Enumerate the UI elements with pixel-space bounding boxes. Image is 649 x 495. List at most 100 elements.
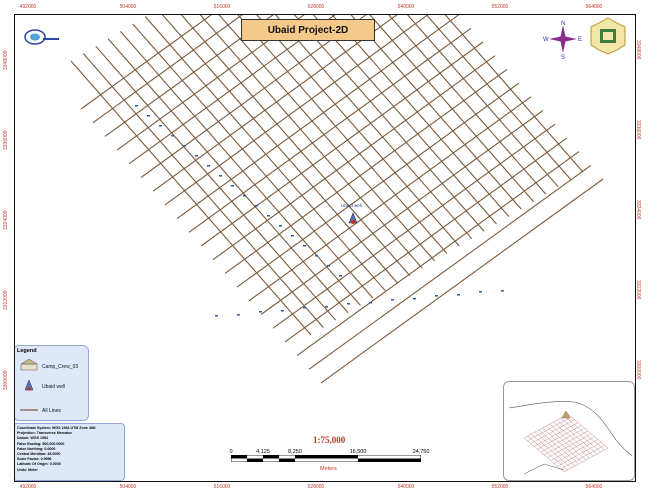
coord-line: Units: Meter [17,467,38,472]
compass-s: S [561,55,565,59]
survey-line [236,82,520,288]
inset-survey-line [540,427,585,453]
survey-line [284,137,568,343]
tick-top: 564000 [585,4,603,10]
tick-bottom: 564000 [585,484,603,490]
legend-well-icon [24,379,34,391]
line-label-marker [159,125,162,127]
tick-top: 516000 [213,4,231,10]
line-label-marker [369,302,372,304]
line-label-marker [215,315,218,317]
inset-survey-line [550,436,595,461]
company-logo-icon [21,21,61,51]
survey-line [95,45,337,321]
survey-line [200,41,484,247]
survey-line [308,164,592,370]
tick-top: 552000 [491,4,509,10]
inset-survey-line [547,433,592,459]
line-label-marker [303,245,306,247]
compass-n: N [561,21,565,27]
line-label-marker [259,311,262,313]
line-label-marker [391,299,394,301]
inset-survey-line [530,419,575,444]
line-label-marker [207,165,210,167]
tick-top: 540000 [397,4,415,10]
compass-w: W [543,37,549,43]
tick-right: 3324000 [635,200,641,220]
scale-unit: Meters [320,466,337,472]
survey-line [248,96,532,302]
tick-top: 528000 [307,4,325,10]
legend-item-lines: All Lines [42,408,61,414]
line-label-marker [325,306,328,308]
line-label-marker [413,298,416,300]
survey-line [188,27,472,233]
scale-bar [231,455,421,462]
compass-e: E [578,37,582,43]
scale-ratio: 1:75,000 [313,435,346,445]
tick-top: 492000 [19,4,37,10]
map-frame: Ubaid well Ubaid Project-2D N S E W Lege… [14,14,636,482]
line-label-marker [479,291,482,293]
line-label-marker [255,205,258,207]
line-label-marker [327,265,330,267]
inset-survey-line [543,430,589,456]
line-label-marker [219,175,222,177]
survey-line [272,123,556,329]
tick-right: 3300000 [635,360,641,380]
tick-bottom: 540000 [397,484,415,490]
tick-left: 3336000 [3,130,9,150]
line-label-marker [183,145,186,147]
survey-line [320,178,604,384]
scale-label: 8,250 [288,449,302,455]
survey-line [164,15,429,206]
scale-label: 0 [229,449,233,455]
inset-survey-line [560,444,605,470]
survey-line [296,151,580,357]
tick-right: 3312000 [635,280,641,300]
line-label-marker [195,155,198,157]
inset-map [503,381,635,481]
survey-line [70,60,312,336]
line-label-marker [315,255,318,257]
tick-left: 3300000 [3,370,9,390]
line-label-marker [291,235,294,237]
tick-bottom: 492000 [19,484,37,490]
tick-bottom: 528000 [307,484,325,490]
inset-survey-line [563,447,609,473]
tick-right: 3336000 [635,120,641,140]
survey-line [388,15,547,195]
inset-survey-line [553,439,599,464]
scale-label: 16,500 [349,449,367,455]
tick-left: 3324000 [3,210,9,230]
legend-item-camp: Camp_Crew_03 [42,364,79,370]
survey-line [132,23,374,299]
line-label-marker [339,275,342,277]
survey-line [224,68,508,274]
legend-title: Legend [17,348,37,354]
scale-label: 4,125 [256,449,270,455]
line-label-marker [237,314,240,316]
coordinate-info-panel: Coordinate System: WGS 1984 UTM Zone 38N… [15,423,125,481]
tick-right: 3348000 [635,40,641,60]
survey-line [82,53,324,328]
survey-line [176,15,460,220]
tick-left: 3312000 [3,290,9,310]
map-title: Ubaid Project-2D [241,19,375,41]
legend-item-well: Ubaid well [42,384,66,390]
inset-survey-line [523,413,569,439]
tick-bottom: 504000 [119,484,137,490]
line-label-marker [231,185,234,187]
tick-bottom: 516000 [213,484,231,490]
compass-rose-icon: N S E W [543,19,583,61]
legend-panel: Legend Camp_Crew_03 Ubaid well All Lines [15,345,89,421]
line-label-marker [279,225,282,227]
survey-line [144,16,386,291]
line-label-marker [347,303,350,305]
camp-icon [20,358,38,371]
line-label-marker [457,294,460,296]
line-label-marker [303,307,306,309]
survey-line [331,15,510,217]
inset-survey-line [527,416,572,442]
line-label-marker [243,195,246,197]
